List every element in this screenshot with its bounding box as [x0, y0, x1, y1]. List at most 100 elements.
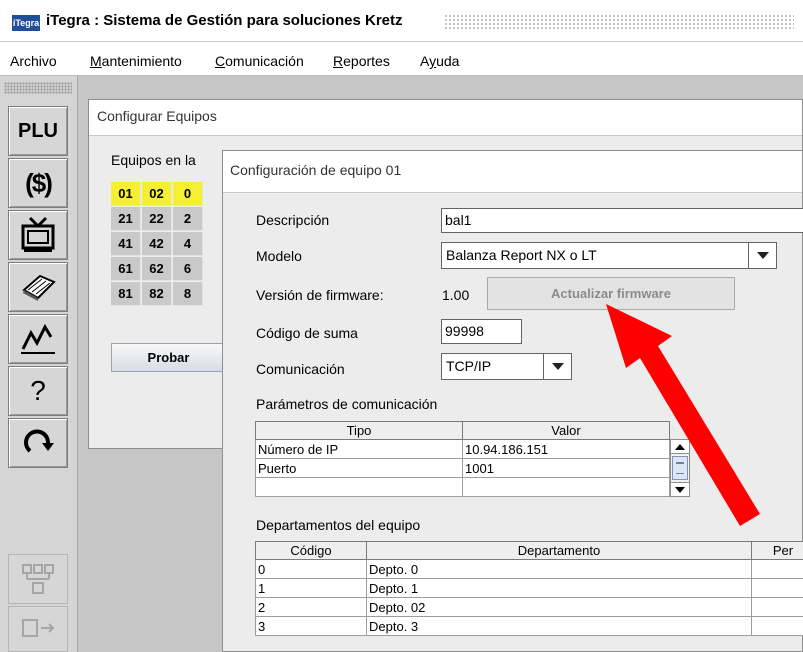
depto-codigo-cell[interactable]: 3	[255, 616, 367, 636]
depto-nombre-cell[interactable]: Depto. 0	[366, 559, 752, 579]
menu-reportes[interactable]: Reportes	[333, 53, 390, 69]
depto-nombre-cell[interactable]: Depto. 1	[366, 578, 752, 598]
codigo-suma-field[interactable]: 99998	[441, 319, 522, 344]
transfer-button[interactable]	[8, 606, 68, 652]
plu-button[interactable]: PLU	[8, 106, 68, 156]
equipo-cell-22[interactable]: 22	[142, 207, 172, 231]
scale-button[interactable]	[8, 262, 68, 312]
param-valor-cell[interactable]: 10.94.186.151	[462, 439, 670, 459]
table-row[interactable]: Número de IP 10.94.186.151	[255, 439, 670, 459]
parametros-table: Tipo Valor Número de IP 10.94.186.151 Pu…	[255, 421, 670, 497]
prices-button[interactable]: ($)	[8, 158, 68, 208]
actualizar-firmware-button[interactable]: Actualizar firmware	[487, 277, 735, 310]
table-row[interactable]: 3 Depto. 3	[255, 616, 803, 636]
configuracion-equipo-dialog: Configuración de equipo 01 Descripción b…	[222, 150, 803, 652]
column-header-codigo[interactable]: Código	[255, 541, 367, 560]
param-valor-cell[interactable]	[462, 477, 670, 497]
column-header-departamento[interactable]: Departamento	[366, 541, 752, 560]
menu-archivo[interactable]: Archivo	[10, 53, 57, 69]
menu-ayuda[interactable]: Ayuda	[420, 53, 459, 69]
parametros-header-row: Tipo Valor	[255, 421, 670, 440]
table-row[interactable]: Puerto 1001	[255, 458, 670, 478]
menu-bar: Archivo Mantenimiento Comunicación Repor…	[0, 42, 803, 76]
menu-comunicacion[interactable]: Comunicación	[215, 53, 304, 69]
window-title: iTegra : Sistema de Gestión para solucio…	[46, 12, 403, 29]
equipo-cell-01[interactable]: 01	[111, 182, 141, 206]
equipo-cell-42[interactable]: 42	[142, 232, 172, 256]
table-row[interactable]: 2 Depto. 02	[255, 597, 803, 617]
modelo-select[interactable]: Balanza Report NX o LT	[441, 242, 777, 269]
help-icon: ?	[30, 375, 46, 406]
help-button[interactable]: ?	[8, 366, 68, 416]
toolbar-grip[interactable]	[4, 82, 72, 94]
codigo-suma-label: Código de suma	[256, 325, 358, 341]
equipo-cell-83[interactable]: 8	[173, 282, 203, 306]
scroll-thumb[interactable]	[672, 456, 688, 480]
column-header-tipo[interactable]: Tipo	[255, 421, 463, 440]
depto-codigo-cell[interactable]: 1	[255, 578, 367, 598]
reports-button[interactable]	[8, 314, 68, 364]
param-tipo-cell[interactable]: Número de IP	[255, 439, 463, 459]
parametros-scrollbar[interactable]	[670, 439, 690, 497]
equipo-cell-03[interactable]: 0	[173, 182, 203, 206]
refresh-button[interactable]	[8, 418, 68, 468]
equipo-cell-82[interactable]: 82	[142, 282, 172, 306]
departamentos-header-row: Código Departamento Per	[255, 541, 803, 560]
equipo-cell-62[interactable]: 62	[142, 257, 172, 281]
depto-per-cell[interactable]	[751, 616, 803, 636]
plu-label: PLU	[18, 119, 58, 142]
equipo-cell-61[interactable]: 61	[111, 257, 141, 281]
firmware-label: Versión de firmware:	[256, 287, 384, 303]
modelo-value: Balanza Report NX o LT	[446, 247, 597, 263]
column-header-valor[interactable]: Valor	[462, 421, 670, 440]
app-logo: iTegra	[12, 15, 40, 31]
chevron-down-icon[interactable]	[748, 243, 776, 268]
equipo-cell-21[interactable]: 21	[111, 207, 141, 231]
comunicacion-label: Comunicación	[256, 361, 345, 377]
comunicacion-value: TCP/IP	[446, 358, 492, 374]
column-header-per[interactable]: Per	[751, 541, 803, 560]
depto-nombre-cell[interactable]: Depto. 02	[366, 597, 752, 617]
side-toolbar: PLU ($) ?	[0, 76, 78, 652]
parametros-label: Parámetros de comunicación	[256, 396, 438, 412]
comunicacion-select[interactable]: TCP/IP	[441, 353, 572, 380]
param-tipo-cell[interactable]: Puerto	[255, 458, 463, 478]
depto-per-cell[interactable]	[751, 578, 803, 598]
depto-per-cell[interactable]	[751, 559, 803, 579]
depto-codigo-cell[interactable]: 0	[255, 559, 367, 579]
param-tipo-cell[interactable]	[255, 477, 463, 497]
dialog-title: Configuración de equipo 01	[230, 162, 402, 178]
depto-nombre-cell[interactable]: Depto. 3	[366, 616, 752, 636]
departamentos-table: Código Departamento Per 0 Depto. 0 1 Dep…	[255, 541, 803, 636]
tv-icon	[21, 216, 55, 252]
network-button[interactable]	[8, 554, 68, 604]
table-row[interactable]	[255, 477, 670, 497]
table-row[interactable]: 1 Depto. 1	[255, 578, 803, 598]
scroll-up-icon[interactable]	[671, 440, 689, 454]
configurar-equipos-title: Configurar Equipos	[97, 108, 217, 124]
equipo-cell-81[interactable]: 81	[111, 282, 141, 306]
titlebar-pattern	[444, 14, 794, 30]
equipo-cell-02[interactable]: 02	[142, 182, 172, 206]
param-valor-cell[interactable]: 1001	[462, 458, 670, 478]
configurar-equipos-titlebar[interactable]: Configurar Equipos	[89, 100, 802, 136]
equipo-cell-63[interactable]: 6	[173, 257, 203, 281]
dialog-titlebar[interactable]: Configuración de equipo 01	[223, 151, 802, 193]
scroll-down-icon[interactable]	[671, 482, 689, 496]
refresh-icon	[24, 429, 54, 453]
network-icon	[22, 564, 54, 594]
window-titlebar: iTegra iTegra : Sistema de Gestión para …	[0, 0, 803, 42]
equipo-cell-43[interactable]: 4	[173, 232, 203, 256]
equipo-cell-41[interactable]: 41	[111, 232, 141, 256]
descripcion-field[interactable]: bal1	[441, 208, 803, 233]
depto-codigo-cell[interactable]: 2	[255, 597, 367, 617]
chevron-down-icon[interactable]	[543, 354, 571, 379]
transfer-icon	[22, 619, 55, 637]
probar-button[interactable]: Probar	[111, 343, 226, 372]
menu-mantenimiento[interactable]: Mantenimiento	[90, 53, 182, 69]
equipo-cell-23[interactable]: 2	[173, 207, 203, 231]
scale-icon	[22, 274, 56, 301]
depto-per-cell[interactable]	[751, 597, 803, 617]
table-row[interactable]: 0 Depto. 0	[255, 559, 803, 579]
tv-button[interactable]	[8, 210, 68, 260]
